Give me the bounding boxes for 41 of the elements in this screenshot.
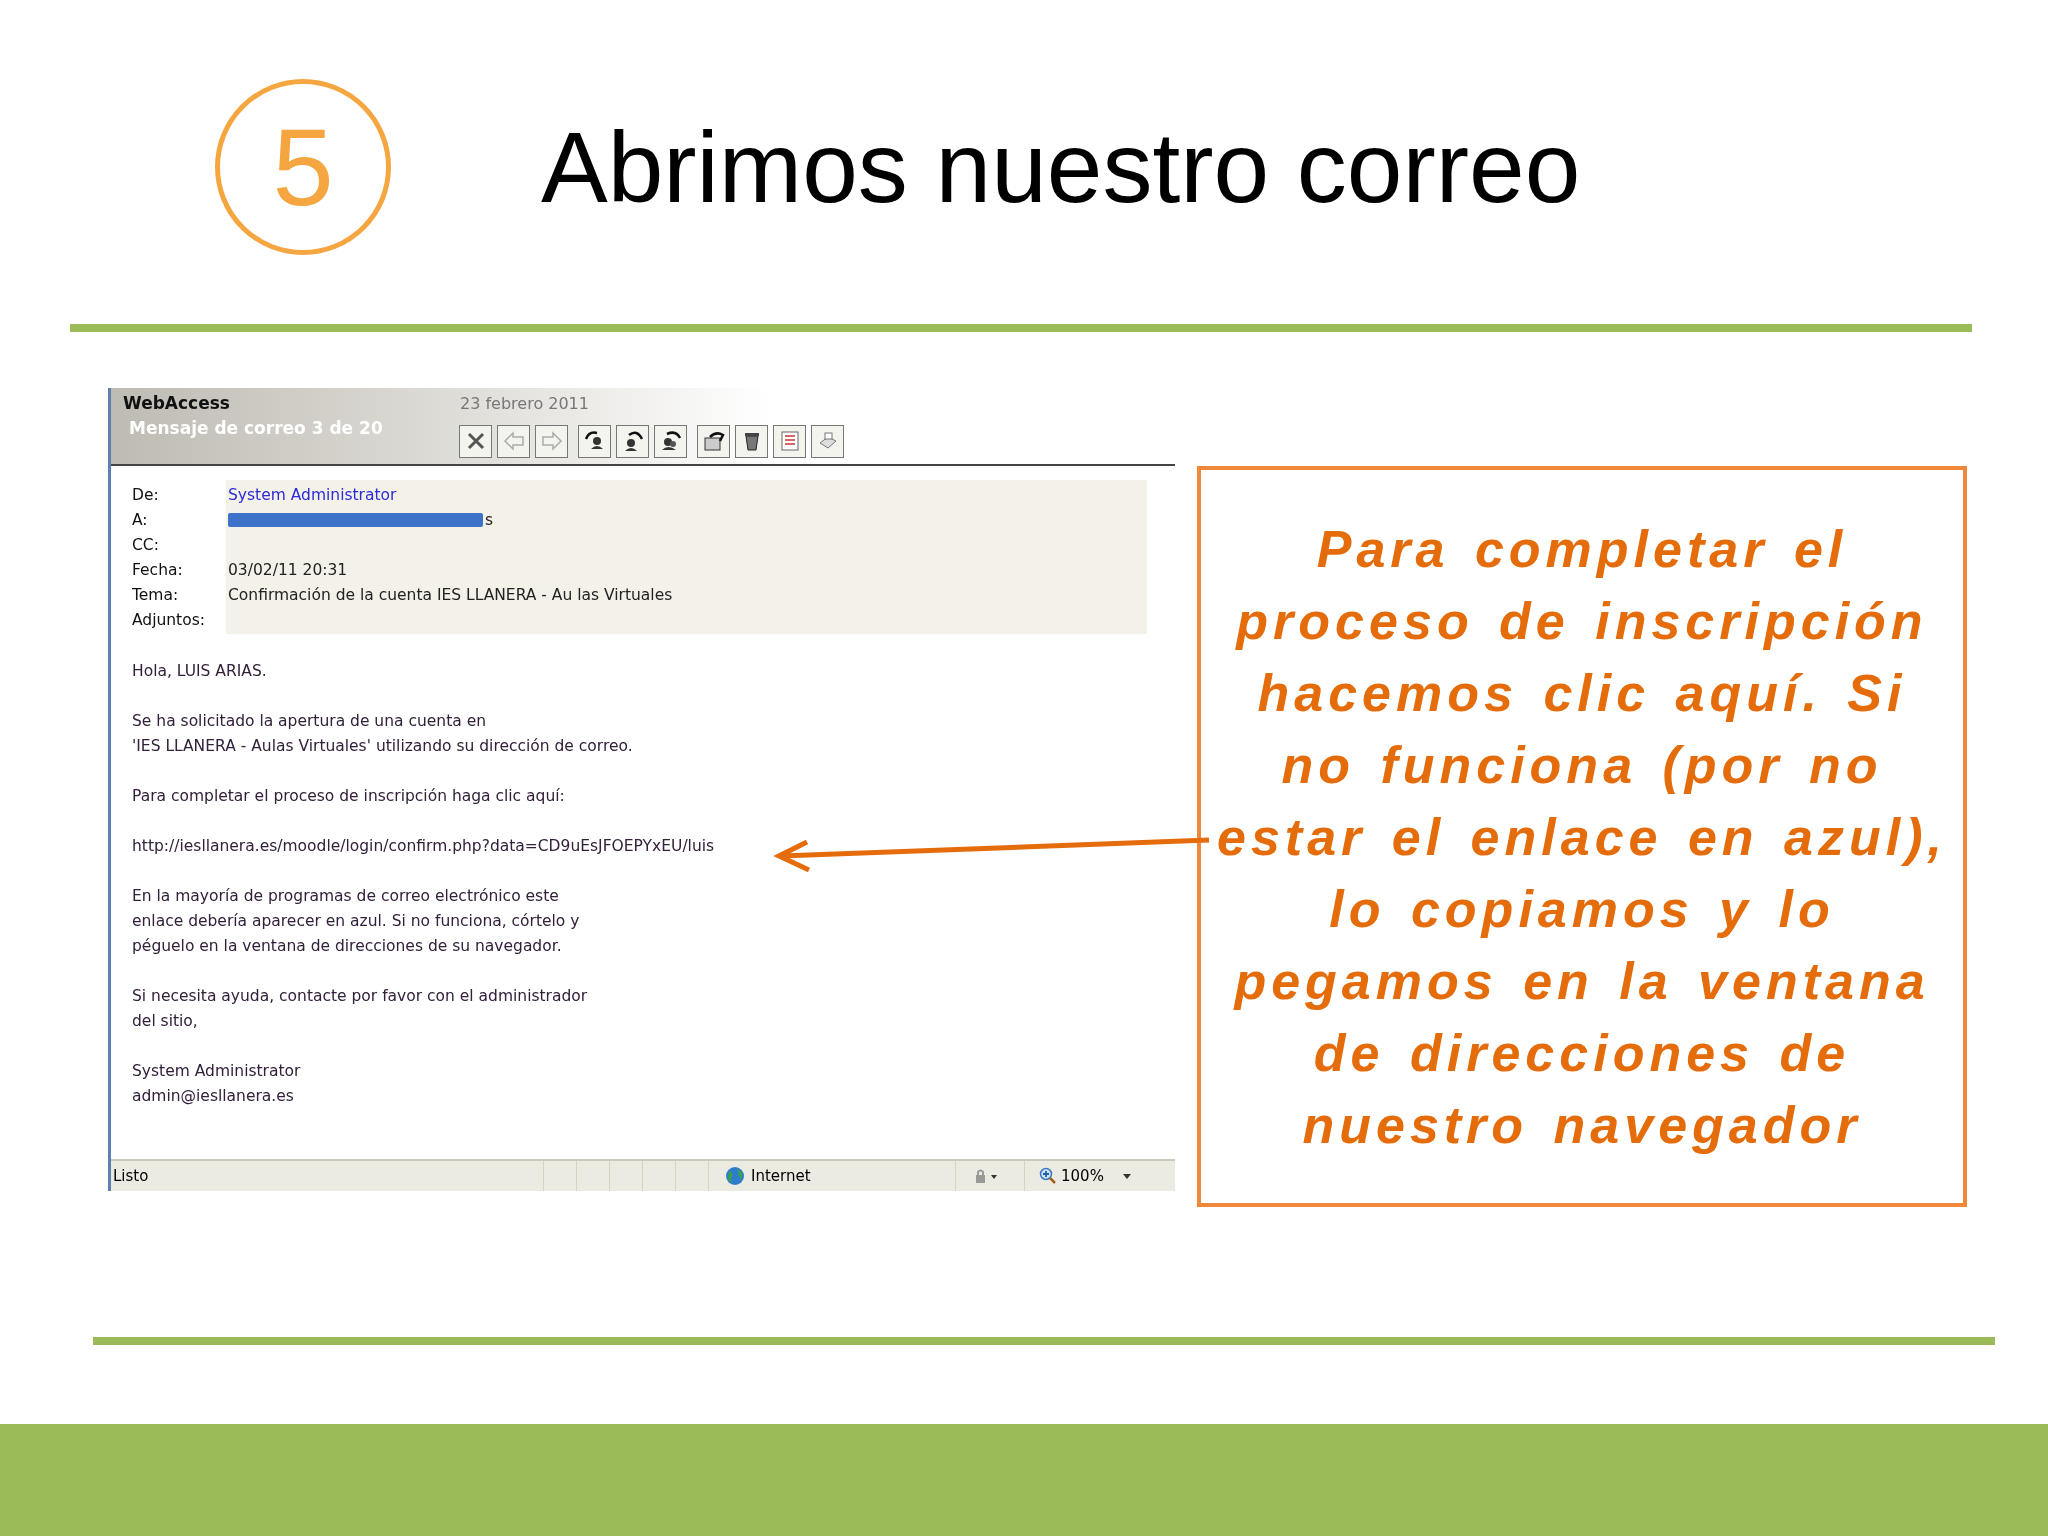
header-label: A: [132, 510, 149, 529]
message-paragraph: En la mayoría de programas de correo electrónico este enlace debería aparecer en azul. Si no funciona, córtelo y péguelo en la ventana de direcciones de su navegador. [132, 886, 580, 957]
header-label: Fecha: [132, 560, 184, 579]
status-text: Listo [112, 1167, 150, 1185]
header-value: 03/02/11 20:31 [228, 560, 348, 579]
message-paragraph: http://iesllanera.es/moodle/login/confirm.php?data=CD9uEsJFOEPYxEU/luis [132, 836, 715, 857]
header-label: CC: [132, 535, 160, 554]
move-button[interactable] [697, 424, 730, 458]
zone-text: Internet [751, 1167, 811, 1185]
header-label: Tema: [132, 585, 180, 604]
folder-arrow-icon [701, 429, 726, 453]
forward-arrow-icon [539, 429, 564, 453]
date-label: 23 febrero 2011 [460, 393, 589, 413]
callout-text: Para completar el proceso de inscripción hacemos clic aquí. Si no funciona (por no estar el enlace en azul), lo copiamos y lo pegamos en la ventana de direcciones de nuestro navegador [1216, 518, 1948, 1156]
message-paragraph: Si necesita ayuda, contacte por favor con el administrador del sitio, [132, 986, 588, 1032]
next-button[interactable] [535, 424, 568, 458]
header-value: s [485, 510, 494, 529]
message-paragraph: System Administrator admin@iesllanera.es [132, 1061, 301, 1107]
zoom-icon [1039, 1167, 1057, 1185]
reply-all-button[interactable] [616, 424, 649, 458]
tasks-button[interactable] [773, 424, 806, 458]
slide-title: Abrimos nuestro correo [541, 109, 1581, 225]
header-label: De: [132, 485, 160, 504]
forward-button[interactable] [654, 424, 687, 458]
back-arrow-icon [501, 429, 526, 453]
step-number-circle: 5 [215, 79, 391, 255]
app-name: WebAccess [123, 393, 231, 413]
sender-link[interactable]: System Administrator [228, 485, 397, 504]
header-label: Adjuntos: [132, 610, 206, 629]
back-button[interactable] [497, 424, 530, 458]
header-value: Confirmación de la cuenta IES LLANERA - Au las Virtuales [228, 585, 673, 604]
message-paragraph: Para completar el proceso de inscripción haga clic aquí: [132, 786, 565, 807]
delete-button[interactable] [735, 424, 768, 458]
message-paragraph: Se ha solicitado la apertura de una cuenta en 'IES LLANERA - Aulas Virtuales' utilizando su dirección de correo. [132, 711, 633, 757]
print-button[interactable] [811, 424, 844, 458]
zoom-level[interactable]: 100% [1061, 1167, 1104, 1185]
close-button[interactable] [459, 424, 492, 458]
caret-icon[interactable] [1121, 1172, 1132, 1180]
message-paragraph: Hola, LUIS ARIAS. [132, 661, 267, 682]
reply-button[interactable] [578, 424, 611, 458]
globe-icon [725, 1166, 745, 1186]
